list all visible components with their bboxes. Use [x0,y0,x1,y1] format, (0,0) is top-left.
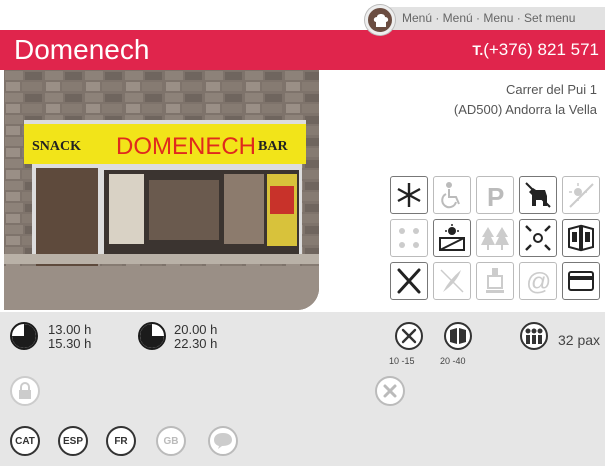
sign-text-left: SNACK [32,139,81,154]
wine-cellar-icon [476,262,514,300]
carte-price-book-icon [444,322,472,350]
svg-text:@: @ [526,268,551,296]
air-conditioning-icon [390,176,428,214]
address-line-1: Carrer del Pui 1 [505,82,597,97]
mountain-views-icon [476,219,514,257]
sign-text-main: DOMENECH [116,133,256,160]
dinner-close: 22.30 h [174,336,218,351]
chat-bubble-icon [208,426,238,456]
address-line-2: (AD500) Andorra la Vella [453,102,597,117]
no-terrace-icon [562,176,600,214]
language-esp-button[interactable]: ESP [58,426,88,456]
menu-price-cutlery-icon [395,322,423,350]
lunch-open: 13.00 h [48,322,92,337]
parking-icon: P [476,176,514,214]
menu-links[interactable]: Menú · Menú · Menu · Set menu [388,7,605,30]
closed-days-icon [375,376,405,406]
svg-text:P: P [487,182,504,210]
lock-icon [10,376,40,406]
dinner-clock-icon [138,322,166,350]
menu-book-icon [562,219,600,257]
lunch-close: 15.30 h [48,336,92,351]
pets-allowed-icon [519,176,557,214]
dinner-open: 20.00 h [174,322,218,337]
menu-price: 10 -15 [389,356,415,366]
credit-card-icon [562,262,600,300]
sun-terrace-icon [433,219,471,257]
restaurant-name: Domenech [14,34,150,65]
cutlery-icon [390,262,428,300]
phone-value: (+376) 821 571 [483,40,599,59]
capacity: 32 pax [558,332,601,348]
central-location-icon [519,219,557,257]
header-bar: Domenech T.(+376) 821 571 [0,30,605,70]
vegetarian-icon [433,262,471,300]
chef-hat-icon [365,5,395,35]
sign-text-right: BAR [258,139,288,154]
carte-price: 20 -40 [440,356,466,366]
terrace-icon [390,219,428,257]
language-fr-button[interactable]: FR [106,426,136,456]
capacity-people-icon [520,322,548,350]
lunch-hours: 13.00 h 15.30 h [48,323,91,351]
phone-prefix: T. [472,42,484,58]
lunch-clock-icon [10,322,38,350]
dinner-hours: 20.00 h 22.30 h [174,323,217,351]
phone-number[interactable]: T.(+376) 821 571 [472,40,599,60]
email-icon: @ [519,262,557,300]
address: Carrer del Pui 1 (AD500) Andorra la Vell… [454,80,597,120]
wheelchair-access-icon [433,176,471,214]
restaurant-photo: SNACK DOMENECH BAR [4,70,319,310]
info-panel: 13.00 h 15.30 h 20.00 h 22.30 h 10 -15 2… [0,312,605,466]
language-cat-button[interactable]: CAT [10,426,40,456]
language-gb-button[interactable]: GB [156,426,186,456]
services-grid: P @ [390,176,600,300]
